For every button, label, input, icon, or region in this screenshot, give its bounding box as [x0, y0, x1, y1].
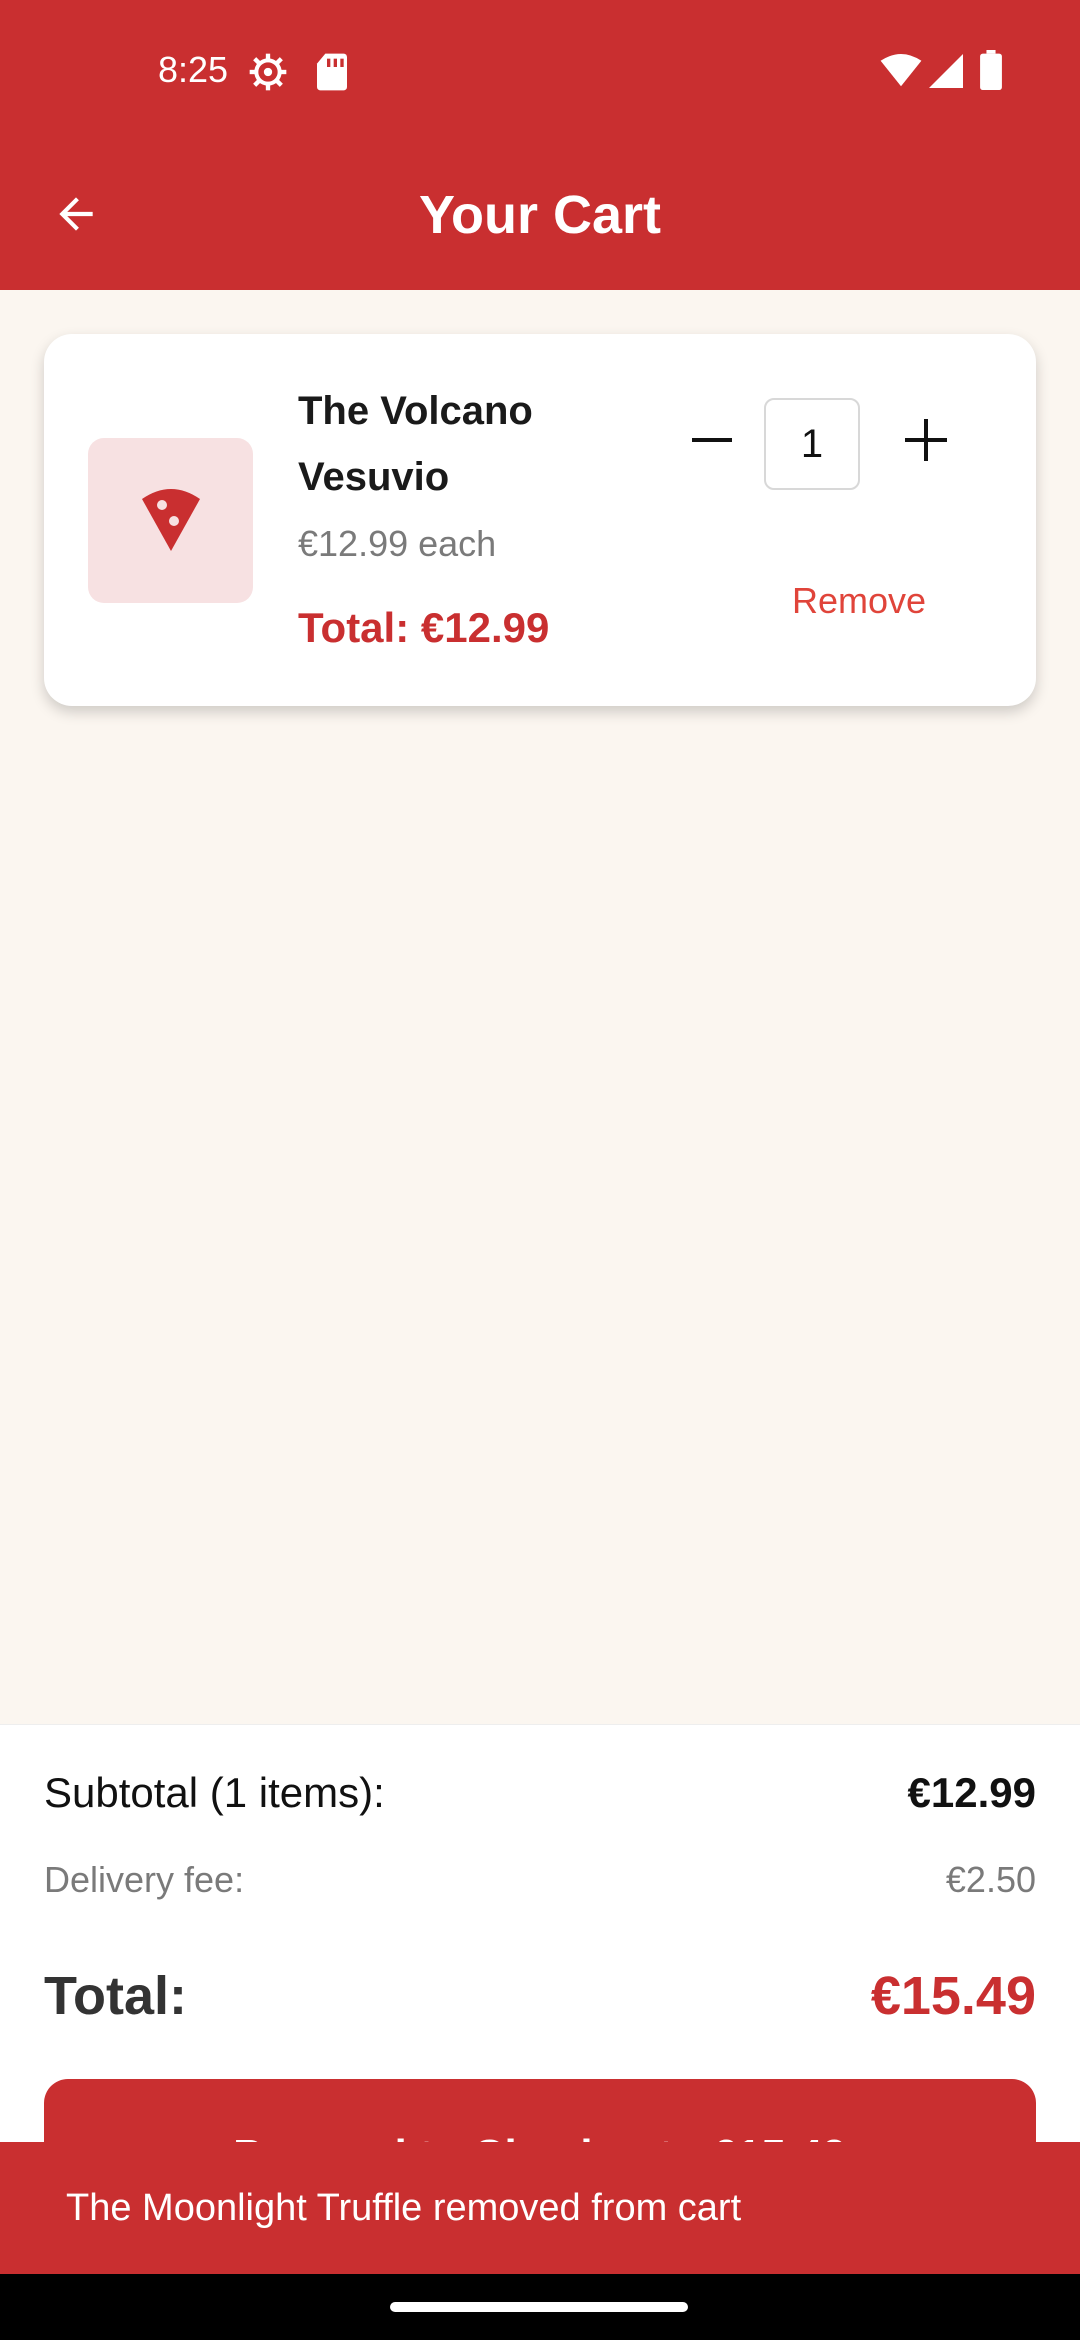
page-title: Your Cart: [418, 185, 662, 245]
cart-screen: 8:25 Your Cart The Volcano Vesuvio €12.9…: [0, 0, 1080, 2340]
cart-item-card: The Volcano Vesuvio €12.99 each Total: €…: [44, 334, 1036, 706]
delivery-fee-row: Delivery fee: €2.50: [44, 1859, 1036, 1901]
delivery-fee-value: €2.50: [945, 1859, 1036, 1900]
status-time: 8:25: [158, 49, 229, 90]
subtotal-value: €12.99: [907, 1769, 1036, 1816]
sd-card-icon: [314, 52, 350, 97]
snackbar: The Moonlight Truffle removed from cart: [0, 2142, 1080, 2274]
delivery-fee-label: Delivery fee:: [44, 1859, 245, 1900]
decrease-quantity-button[interactable]: [670, 400, 754, 484]
minus-icon: [692, 420, 732, 465]
quantity-field[interactable]: 1: [764, 398, 860, 490]
item-name: The Volcano Vesuvio: [298, 389, 533, 499]
battery-icon: [980, 50, 1002, 95]
item-thumbnail: [88, 438, 253, 603]
increase-quantity-button[interactable]: [884, 400, 968, 484]
subtotal-label: Subtotal (1 items):: [44, 1769, 385, 1816]
pizza-slice-icon: [140, 483, 202, 558]
status-bar: 8:25: [0, 0, 1080, 142]
signal-icon: [928, 54, 964, 93]
subtotal-row: Subtotal (1 items): €12.99: [44, 1769, 1036, 1817]
wifi-icon: [880, 54, 922, 93]
home-gesture-handle[interactable]: [390, 2302, 688, 2312]
remove-item-button[interactable]: Remove: [734, 568, 984, 634]
app-bar: Your Cart: [0, 142, 1080, 290]
settings-icon: [248, 52, 288, 97]
total-label: Total:: [44, 1966, 187, 2026]
item-total: Total: €12.99: [298, 604, 550, 651]
total-row: Total: €15.49: [44, 1965, 1036, 2027]
item-unit-price: €12.99 each: [298, 523, 497, 564]
plus-icon: [905, 418, 947, 466]
total-value: €15.49: [870, 1966, 1036, 2026]
system-nav-bar: [0, 2274, 1080, 2340]
